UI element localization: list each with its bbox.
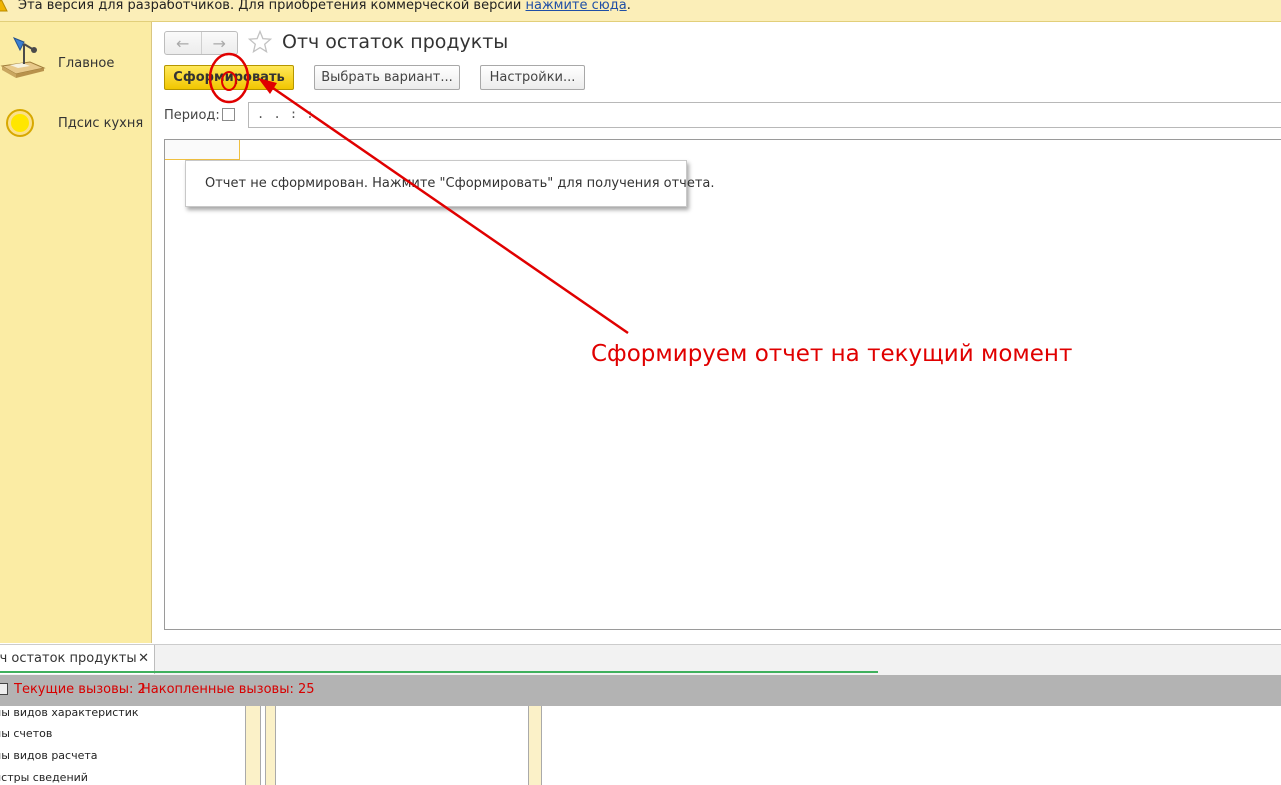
sidebar-item-main-label: Главное bbox=[58, 56, 115, 71]
calls-icon[interactable] bbox=[0, 683, 8, 695]
desk-lamp-icon bbox=[0, 37, 46, 78]
sections-sidebar: Главное Пдсис кухня bbox=[0, 22, 152, 643]
current-calls: Текущие вызовы: 2 bbox=[14, 682, 146, 697]
forward-button[interactable]: → bbox=[200, 32, 238, 54]
active-cell[interactable] bbox=[165, 140, 240, 160]
list-item[interactable]: ны счетов bbox=[0, 727, 52, 740]
arrow-right-icon: → bbox=[212, 33, 226, 53]
list-item[interactable]: истры сведений bbox=[0, 771, 88, 784]
select-variant-button[interactable]: Выбрать вариант... bbox=[314, 65, 460, 90]
buy-link[interactable]: нажмите сюда bbox=[526, 0, 627, 13]
active-tab-indicator bbox=[0, 671, 878, 673]
star-icon[interactable] bbox=[248, 30, 272, 54]
arrow-left-icon: ← bbox=[176, 33, 190, 53]
annotation-text: Сформируем отчет на текущий момент bbox=[591, 341, 1073, 367]
close-icon[interactable]: ✕ bbox=[138, 645, 149, 673]
list-item[interactable]: ны видов характеристик bbox=[0, 706, 139, 719]
period-label: Период: bbox=[164, 108, 220, 123]
report-spreadsheet[interactable]: Отчет не сформирован. Нажмите "Сформиров… bbox=[164, 139, 1281, 630]
sidebar-item-main[interactable]: Главное bbox=[0, 30, 151, 90]
banner-text: Эта версия для разработчиков. Для приобр… bbox=[18, 0, 631, 13]
back-button[interactable]: ← bbox=[165, 32, 201, 54]
period-checkbox[interactable] bbox=[222, 108, 235, 121]
panel-splitter[interactable] bbox=[265, 706, 276, 785]
warning-icon bbox=[0, 0, 8, 12]
sidebar-item-kitchen-label: Пдсис кухня bbox=[58, 116, 144, 131]
panel-splitter[interactable] bbox=[528, 706, 542, 785]
developer-version-banner: Эта версия для разработчиков. Для приобр… bbox=[0, 0, 1281, 22]
tab-report-label: тч остаток продукты bbox=[0, 651, 137, 666]
page-title: Отч остаток продукты bbox=[282, 31, 509, 53]
banner-message: Эта версия для разработчиков. Для приобр… bbox=[18, 0, 526, 13]
performance-status-bar: Текущие вызовы: 2 Накопленные вызовы: 25 bbox=[0, 675, 1281, 706]
report-form: ← → Отч остаток продукты Сформировать Вы… bbox=[152, 22, 1281, 643]
banner-suffix: . bbox=[626, 0, 631, 13]
panel-splitter[interactable] bbox=[245, 706, 261, 785]
accumulated-calls: Накопленные вызовы: 25 bbox=[141, 682, 315, 697]
history-nav: ← → bbox=[164, 31, 238, 55]
circle-icon bbox=[6, 109, 34, 137]
report-not-generated-notice: Отчет не сформирован. Нажмите "Сформиров… bbox=[185, 160, 715, 207]
tab-report[interactable]: тч остаток продукты ✕ bbox=[0, 645, 155, 674]
generate-button[interactable]: Сформировать bbox=[164, 65, 294, 90]
list-item[interactable]: ны видов расчета bbox=[0, 749, 98, 762]
configuration-panel: ны видов характеристик ны счетов ны видо… bbox=[0, 706, 1281, 785]
sidebar-item-kitchen[interactable]: Пдсис кухня bbox=[0, 92, 151, 152]
period-field[interactable]: . . : : bbox=[248, 102, 1281, 128]
settings-button[interactable]: Настройки... bbox=[480, 65, 585, 90]
